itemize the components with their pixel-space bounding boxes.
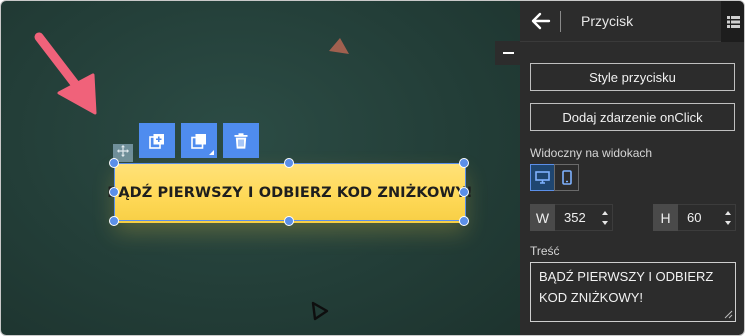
device-toggle-group: [530, 164, 579, 191]
resize-grip-icon[interactable]: [724, 310, 733, 319]
duplicate-icon: [149, 133, 165, 149]
width-input[interactable]: 352: [555, 204, 613, 231]
width-label: W: [530, 204, 555, 231]
add-onclick-button[interactable]: Dodaj zdarzenie onClick: [530, 103, 735, 131]
decor-triangle-icon: [328, 37, 350, 57]
resize-handle-left[interactable]: [109, 187, 119, 197]
width-field: W 352: [530, 204, 613, 231]
content-value: BĄDŹ PIERWSZY I ODBIERZ KOD ZNIŻKOWY!: [539, 269, 714, 305]
back-button[interactable]: [530, 11, 552, 31]
visibility-label: Widoczny na widokach: [530, 146, 653, 160]
mobile-toggle[interactable]: [554, 164, 579, 191]
resize-handle-top[interactable]: [284, 158, 294, 168]
height-field: H 60: [653, 204, 736, 231]
delete-button[interactable]: [223, 123, 259, 158]
panel-header: Przycisk: [520, 1, 744, 42]
decor-triangle-outline-icon: [309, 300, 331, 322]
collapse-panel-button[interactable]: [495, 41, 521, 65]
resize-handle-right[interactable]: [459, 187, 469, 197]
cta-button[interactable]: BĄDŹ PIERWSZY I ODBIERZ KOD ZNIŻKOWY!: [107, 163, 473, 223]
resize-handle-bottom[interactable]: [284, 216, 294, 226]
dropdown-corner-icon: [209, 150, 214, 155]
layer-order-icon: [191, 133, 207, 149]
resize-handle-top-right[interactable]: [459, 158, 469, 168]
button-styles-button[interactable]: Style przycisku: [530, 63, 735, 91]
move-icon: [117, 144, 129, 162]
content-textarea[interactable]: BĄDŹ PIERWSZY I ODBIERZ KOD ZNIŻKOWY!: [530, 262, 736, 322]
resize-handle-bottom-right[interactable]: [459, 216, 469, 226]
back-arrow-icon: [531, 12, 551, 30]
list-icon: [727, 15, 740, 28]
layer-order-button[interactable]: [181, 123, 217, 158]
mobile-icon: [561, 170, 572, 185]
height-value: 60: [687, 210, 702, 225]
stepper-icon[interactable]: [725, 210, 731, 226]
element-toolbar: [139, 123, 259, 158]
resize-handle-top-left[interactable]: [109, 158, 119, 168]
properties-panel: Przycisk Style przycisku Dodaj zdarzenie…: [520, 1, 744, 335]
duplicate-button[interactable]: [139, 123, 175, 158]
content-label: Treść: [530, 244, 560, 258]
design-canvas[interactable]: BĄDŹ PIERWSZY I ODBIERZ KOD ZNIŻKOWY!: [1, 1, 520, 335]
header-divider: [560, 11, 561, 32]
trash-icon: [234, 132, 248, 149]
width-value: 352: [564, 210, 586, 225]
editor-window: BĄDŹ PIERWSZY I ODBIERZ KOD ZNIŻKOWY! Pr…: [0, 0, 745, 336]
stepper-icon[interactable]: [602, 210, 608, 226]
desktop-toggle[interactable]: [530, 164, 555, 191]
height-input[interactable]: 60: [678, 204, 736, 231]
panel-title: Przycisk: [581, 13, 634, 29]
resize-handle-bottom-left[interactable]: [109, 216, 119, 226]
layers-tab[interactable]: [721, 1, 744, 42]
height-label: H: [653, 204, 678, 231]
desktop-icon: [535, 171, 550, 184]
minus-icon: [502, 52, 514, 54]
pointer-arrow-icon: [27, 27, 103, 124]
